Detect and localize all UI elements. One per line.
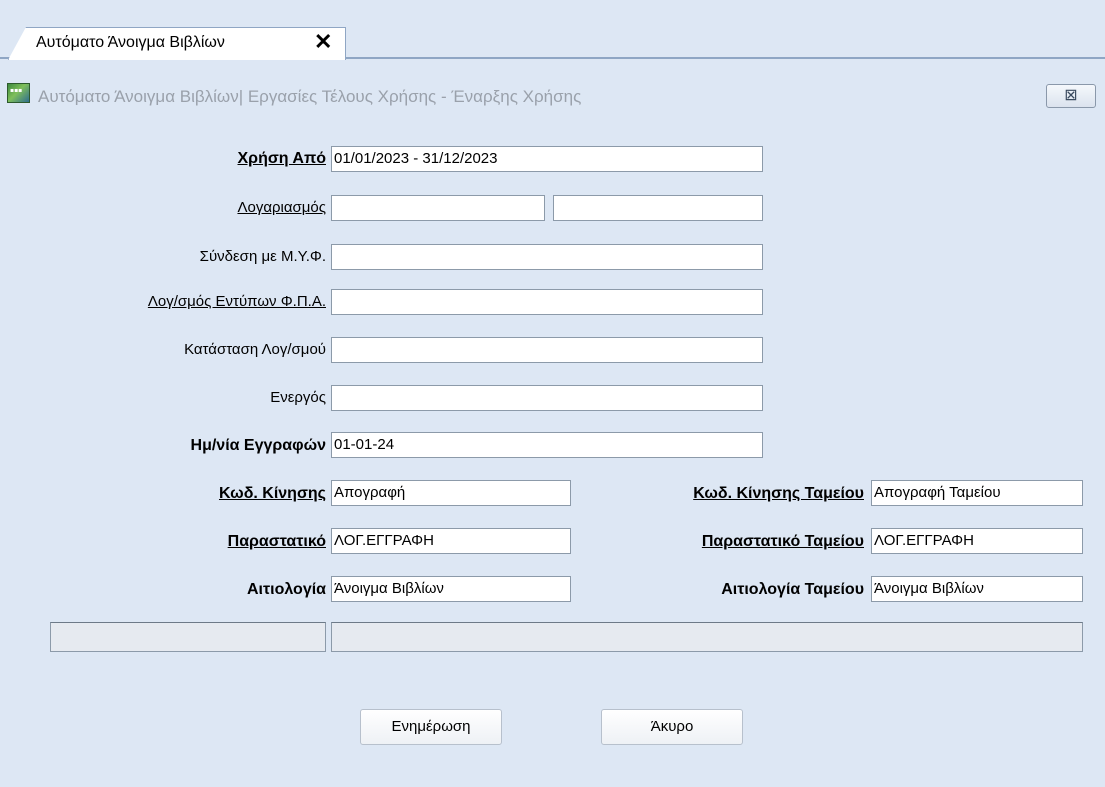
app-icon: ▪▪▪ <box>7 83 30 103</box>
active-field[interactable] <box>331 385 763 411</box>
progress-bar <box>331 622 1083 652</box>
tab-strip: Αυτόματο Άνοιγμα Βιβλίων ✕ <box>0 0 1105 60</box>
tab-close-icon[interactable]: ✕ <box>314 31 332 53</box>
active-label: Ενεργός <box>270 389 326 406</box>
update-button[interactable]: Ενημέρωση <box>360 709 502 745</box>
document-label[interactable]: Παραστατικό <box>228 533 326 551</box>
reason-label: Αιτιολογία <box>246 581 326 598</box>
cash-document-field[interactable]: ΛΟΓ.ΕΓΓΡΑΦΗ <box>871 528 1083 554</box>
document-field[interactable]: ΛΟΓ.ΕΓΓΡΑΦΗ <box>331 528 571 554</box>
cancel-button[interactable]: Άκυρο <box>601 709 743 745</box>
movement-code-label[interactable]: Κωδ. Κίνησης <box>219 485 326 503</box>
cash-movement-code-field[interactable]: Απογραφή Ταμείου <box>871 480 1083 506</box>
vat-forms-account-label[interactable]: Λογ/σμός Εντύπων Φ.Π.Α. <box>148 293 326 310</box>
reason-field[interactable]: Άνοιγμα Βιβλίων <box>331 576 571 602</box>
account-status-label: Κατάσταση Λογ/σμού <box>184 341 326 358</box>
cash-reason-label: Αιτιολογία Ταμείου <box>721 581 864 598</box>
account-to-field[interactable] <box>553 195 763 221</box>
vat-forms-account-field[interactable] <box>331 289 763 315</box>
tab-auto-open-books[interactable]: Αυτόματο Άνοιγμα Βιβλίων ✕ <box>8 27 346 60</box>
tab-label: Αυτόματο Άνοιγμα Βιβλίων <box>36 34 225 51</box>
window-title: Αυτόματο Άνοιγμα Βιβλίων| Εργασίες Τέλου… <box>38 87 582 106</box>
cash-document-label[interactable]: Παραστατικό Ταμείου <box>702 533 864 551</box>
account-from-field[interactable] <box>331 195 545 221</box>
account-status-field[interactable] <box>331 337 763 363</box>
myf-link-label: Σύνδεση με Μ.Υ.Φ. <box>199 248 326 265</box>
status-panel-left <box>50 622 326 652</box>
entries-date-field[interactable]: 01-01-24 <box>331 432 763 458</box>
window-titlebar: ▪▪▪ Αυτόματο Άνοιγμα Βιβλίων| Εργασίες Τ… <box>0 76 1105 116</box>
fiscal-year-label[interactable]: Χρήση Από <box>238 150 327 168</box>
fiscal-year-field[interactable]: 01/01/2023 - 31/12/2023 <box>331 146 763 172</box>
window-close-button[interactable]: ⊠ <box>1046 84 1096 108</box>
myf-link-field[interactable] <box>331 244 763 270</box>
entries-date-label: Ημ/νία Εγγραφών <box>190 437 326 454</box>
cash-movement-code-label[interactable]: Κωδ. Κίνησης Ταμείου <box>693 485 864 503</box>
cash-reason-field[interactable]: Άνοιγμα Βιβλίων <box>871 576 1083 602</box>
movement-code-field[interactable]: Απογραφή <box>331 480 571 506</box>
account-label[interactable]: Λογαριασμός <box>237 199 326 216</box>
